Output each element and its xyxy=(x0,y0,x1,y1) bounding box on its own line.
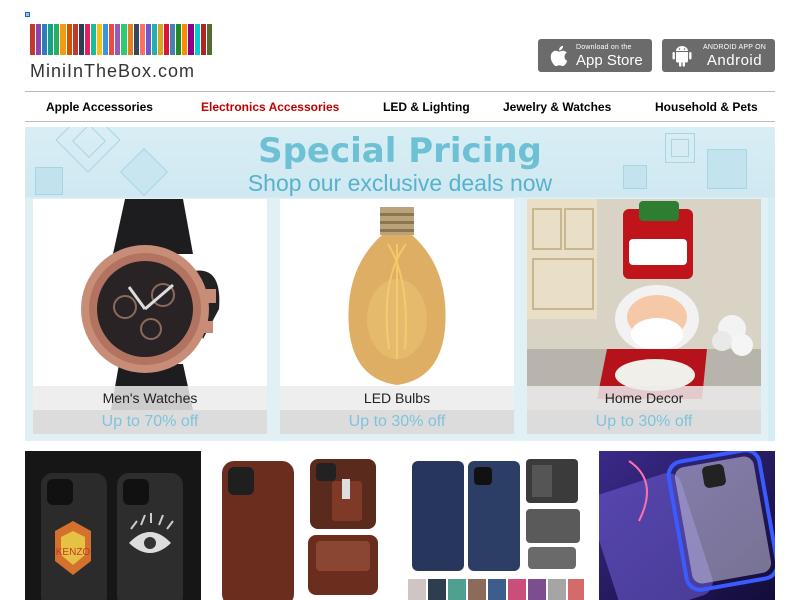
logo-stripe xyxy=(151,24,157,55)
nav-item-household-pets[interactable]: Household & Pets xyxy=(655,100,758,114)
card-label: Home Decor xyxy=(527,386,761,410)
product-thumb-flip-wallet-case[interactable] xyxy=(408,451,584,600)
app-store-big-text: App Store xyxy=(576,51,643,69)
card-deal: Up to 30% off xyxy=(280,410,514,434)
logo-stripe xyxy=(206,24,212,55)
logo-stripe xyxy=(78,24,84,55)
android-icon xyxy=(670,44,694,68)
nav-item-jewelry-watches[interactable]: Jewelry & Watches xyxy=(503,100,611,114)
logo-stripe xyxy=(84,24,90,55)
bulb-image xyxy=(280,199,514,410)
deal-card-home-decor[interactable]: Home Decor Up to 30% off xyxy=(519,198,768,441)
logo-stripe xyxy=(182,24,188,55)
santa-toilet-image xyxy=(527,199,761,410)
logo-stripe xyxy=(145,24,151,55)
category-nav: Apple Accessories Electronics Accessorie… xyxy=(25,91,775,122)
deal-card-led-bulbs[interactable]: LED Bulbs Up to 30% off xyxy=(272,198,521,441)
logo-stripe xyxy=(109,24,115,55)
logo-stripe xyxy=(157,24,164,55)
logo-stripe xyxy=(121,24,127,55)
logo-stripe xyxy=(176,24,182,55)
logo-stripe xyxy=(170,24,176,55)
logo-stripe xyxy=(90,24,97,55)
promo-subtitle: Shop our exclusive deals now xyxy=(247,170,553,196)
logo-stripe xyxy=(60,24,66,55)
logo-stripe xyxy=(127,24,133,55)
app-store-badge[interactable]: Download on the App Store xyxy=(538,39,652,72)
logo-stripe xyxy=(164,24,170,55)
card-label: Men's Watches xyxy=(33,386,267,410)
promo-header: Special Pricing Shop our exclusive deals… xyxy=(25,127,775,197)
apple-icon xyxy=(546,44,570,68)
logo-stripe xyxy=(42,24,48,55)
logo-stripe xyxy=(103,24,109,55)
android-small-text: ANDROID APP ON xyxy=(703,43,766,51)
logo-stripe xyxy=(54,24,60,55)
app-store-small-text: Download on the xyxy=(576,43,632,51)
logo-stripe xyxy=(133,24,139,55)
card-deal: Up to 70% off xyxy=(33,410,267,434)
logo-stripe xyxy=(115,24,121,55)
logo-stripe xyxy=(36,24,42,55)
logo-stripes xyxy=(30,24,212,55)
special-pricing-banner[interactable]: Special Pricing Shop our exclusive deals… xyxy=(25,127,775,441)
logo-stripe xyxy=(188,24,194,55)
logo-stripe xyxy=(48,24,54,55)
nav-item-led-lighting[interactable]: LED & Lighting xyxy=(383,100,470,114)
corner-marker xyxy=(25,12,30,17)
svg-text:KENZO: KENZO xyxy=(56,547,91,558)
logo-text: MiniInTheBox.com xyxy=(30,61,196,81)
product-thumb-magnetic-glass-case[interactable] xyxy=(599,451,775,600)
deal-card-mens-watches[interactable]: Men's Watches Up to 70% off xyxy=(25,198,274,441)
product-thumb-tiger-eye-cases[interactable]: KENZO xyxy=(25,451,201,600)
logo-stripe xyxy=(66,24,72,55)
android-badge[interactable]: ANDROID APP ON Android xyxy=(662,39,775,72)
nav-item-apple-accessories[interactable]: Apple Accessories xyxy=(46,100,153,114)
logo-stripe xyxy=(97,24,103,55)
logo-stripe xyxy=(194,24,200,55)
logo-stripe xyxy=(72,24,78,55)
android-big-text: Android xyxy=(706,51,763,69)
product-thumb-leather-wallet-case[interactable] xyxy=(212,451,388,600)
card-deal: Up to 30% off xyxy=(527,410,761,434)
nav-item-electronics-accessories[interactable]: Electronics Accessories xyxy=(201,100,339,114)
promo-title: Special Pricing xyxy=(258,131,542,171)
logo-stripe xyxy=(200,24,206,55)
logo-stripe xyxy=(30,24,36,55)
logo-stripe xyxy=(139,24,145,55)
watch-image xyxy=(33,199,267,410)
site-logo[interactable]: MiniInTheBox.com xyxy=(30,24,214,84)
card-label: LED Bulbs xyxy=(280,386,514,410)
